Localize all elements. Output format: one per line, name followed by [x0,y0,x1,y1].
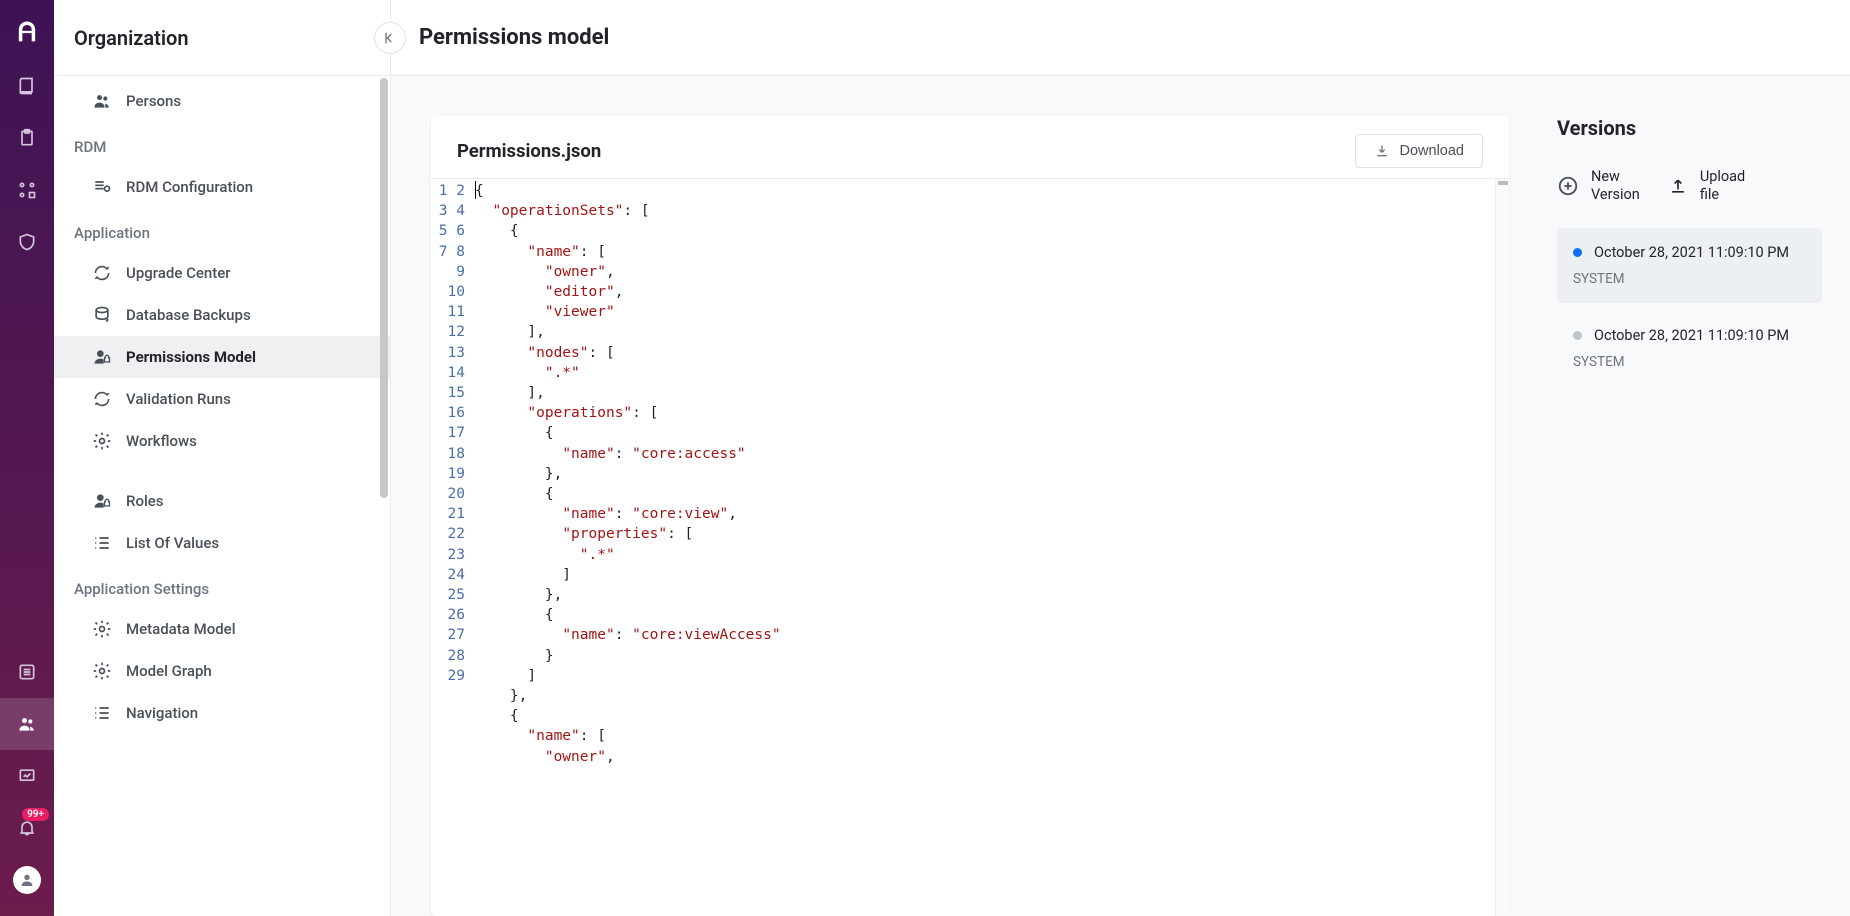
rail-nodes-icon[interactable] [0,164,54,216]
nav-validation-runs[interactable]: Validation Runs [54,378,390,420]
status-dot [1573,248,1582,257]
sidebar-header: Organization [54,0,390,76]
nav-permissions-model[interactable]: Permissions Model [54,336,390,378]
download-icon [1374,143,1390,159]
nav-section-app: Application [54,208,390,252]
nav-workflows[interactable]: Workflows [54,420,390,462]
line-gutter: 1 2 3 4 5 6 7 8 9 10 11 12 13 14 15 16 1… [431,179,475,916]
plus-circle-icon [1557,175,1579,197]
upload-icon [1668,176,1688,196]
nav-model-graph[interactable]: Model Graph [54,650,390,692]
sidebar: Organization Persons RDM RDM Configurati… [54,0,391,916]
versions-title: Versions [1557,116,1822,140]
new-version-button[interactable]: NewVersion [1557,168,1640,204]
nav-navigation[interactable]: Navigation [54,692,390,734]
page-title: Permissions model [419,25,609,50]
minimap[interactable] [1495,179,1509,916]
rail-bell-icon[interactable]: 99+ [0,802,54,854]
code-content[interactable]: { "operationSets": [ { "name": [ "owner"… [475,179,1495,916]
version-timestamp: October 28, 2021 11:09:10 PM [1594,244,1789,261]
rail-book-icon[interactable] [0,60,54,112]
download-button[interactable]: Download [1355,134,1484,168]
version-item[interactable]: October 28, 2021 11:09:10 PM SYSTEM [1557,311,1822,386]
nav-upgrade-center[interactable]: Upgrade Center [54,252,390,294]
icon-rail: 99+ [0,0,54,916]
rail-clipboard-icon[interactable] [0,112,54,164]
status-dot [1573,331,1582,340]
nav-section-settings: Application Settings [54,564,390,608]
sidebar-scrollbar[interactable] [380,78,388,498]
logo[interactable] [0,4,54,60]
avatar[interactable] [0,854,54,906]
nav-persons[interactable]: Persons [54,80,390,122]
upload-file-button[interactable]: Uploadfile [1668,168,1745,204]
notification-badge: 99+ [22,808,49,821]
editor-card: Permissions.json Download 1 2 3 4 5 6 7 … [431,116,1509,916]
rail-list-icon[interactable] [0,646,54,698]
version-item[interactable]: October 28, 2021 11:09:10 PM SYSTEM [1557,228,1822,303]
rail-shield-icon[interactable] [0,216,54,268]
version-timestamp: October 28, 2021 11:09:10 PM [1594,327,1789,344]
sidebar-title: Organization [74,26,189,50]
version-list: October 28, 2021 11:09:10 PMSYSTEMOctobe… [1557,228,1822,386]
nav-db-backups[interactable]: Database Backups [54,294,390,336]
main: Permissions model Permissions.json Downl… [391,0,1850,916]
rail-monitor-icon[interactable] [0,750,54,802]
version-author: SYSTEM [1573,354,1806,370]
version-author: SYSTEM [1573,271,1806,287]
editor-filename: Permissions.json [457,140,601,162]
versions-panel: Versions NewVersion Uploadfile October 2… [1557,116,1822,916]
nav-roles[interactable]: Roles [54,480,390,522]
nav-lov[interactable]: List Of Values [54,522,390,564]
nav-rdm-config[interactable]: RDM Configuration [54,166,390,208]
sidebar-content: Persons RDM RDM Configuration Applicatio… [54,76,390,916]
collapse-sidebar-button[interactable] [374,22,406,54]
code-editor[interactable]: 1 2 3 4 5 6 7 8 9 10 11 12 13 14 15 16 1… [431,178,1509,916]
nav-section-rdm: RDM [54,122,390,166]
rail-users-icon[interactable] [0,698,54,750]
nav-metadata-model[interactable]: Metadata Model [54,608,390,650]
page-header: Permissions model [391,0,1850,76]
